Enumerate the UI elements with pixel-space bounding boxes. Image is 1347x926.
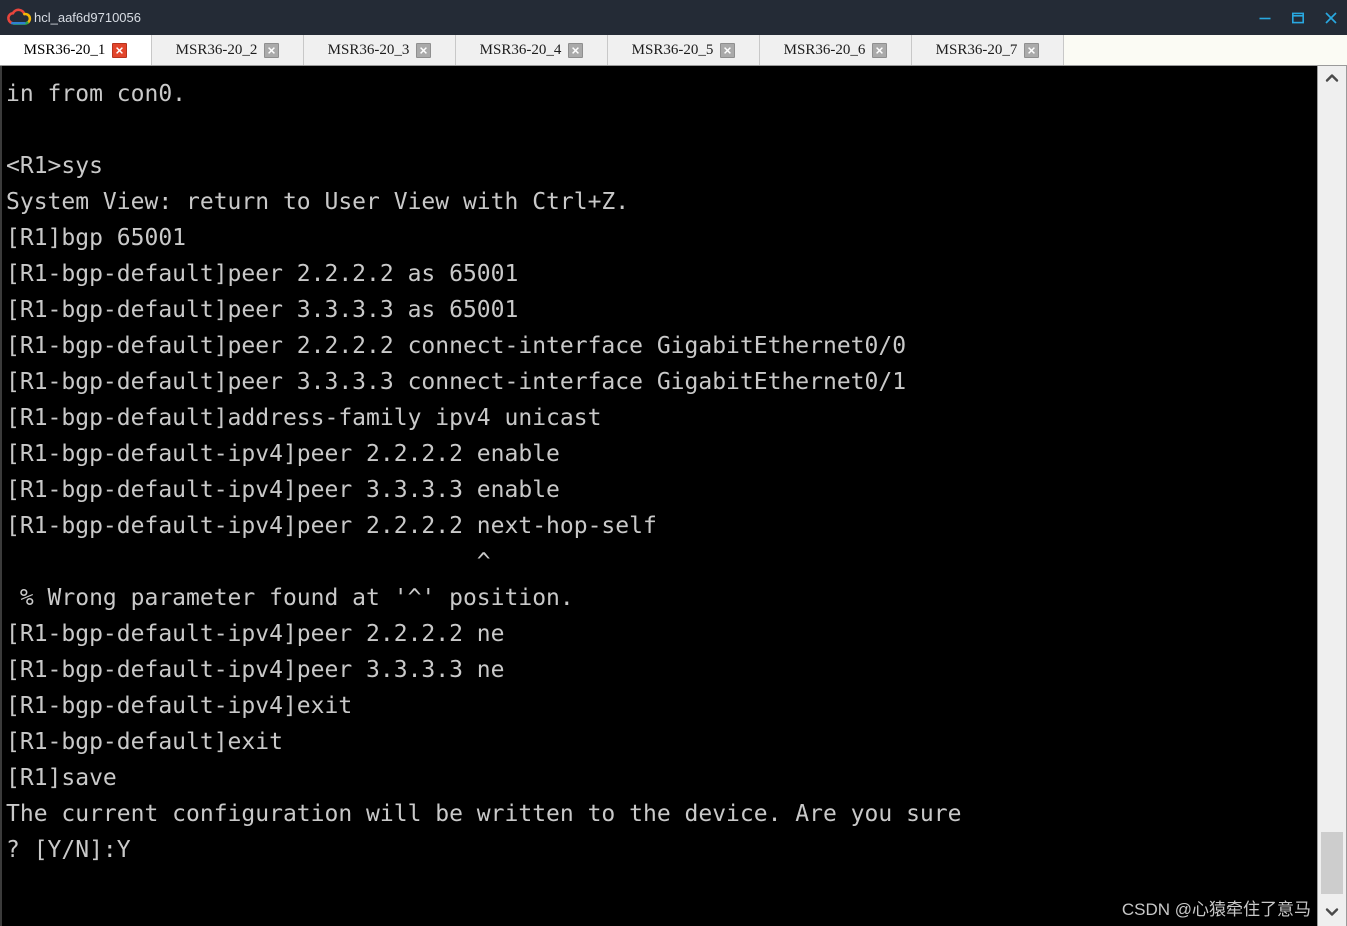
tab-msr36-20_4[interactable]: MSR36-20_4 [456,35,608,65]
tab-label: MSR36-20_7 [935,41,1018,58]
tab-label: MSR36-20_1 [23,41,106,58]
terminal-line: ^ [6,549,491,575]
maximize-icon [1291,11,1305,25]
window-title: hcl_aaf6d9710056 [34,10,141,25]
tab-label: MSR36-20_6 [783,41,866,58]
maximize-button[interactable] [1281,0,1314,35]
close-button[interactable] [1314,0,1347,35]
tab-label: MSR36-20_4 [479,41,562,58]
cloud-icon [6,8,32,28]
scroll-up-button[interactable] [1318,66,1346,92]
tab-msr36-20_3[interactable]: MSR36-20_3 [304,35,456,65]
title-bar-left: hcl_aaf6d9710056 [0,8,1248,28]
tab-close-button[interactable] [112,42,128,58]
tab-close-button[interactable] [720,42,736,58]
tab-label: MSR36-20_3 [327,41,410,58]
terminal-line: [R1-bgp-default-ipv4]peer 3.3.3.3 ne [6,657,505,683]
tab-bar: MSR36-20_1 MSR36-20_2 MSR36-20_3 MSR36-20_4… [0,35,1347,66]
terminal-line: in from con0. [6,81,187,107]
tab-label: MSR36-20_5 [631,41,714,58]
scroll-down-button[interactable] [1318,900,1346,926]
tab-close-button[interactable] [416,42,432,58]
tab-msr36-20_1[interactable]: MSR36-20_1 [0,35,152,65]
window-controls [1248,0,1347,35]
terminal-line: [R1-bgp-default]peer 2.2.2.2 connect-int… [6,333,907,359]
title-bar: hcl_aaf6d9710056 [0,0,1347,35]
tab-msr36-20_6[interactable]: MSR36-20_6 [760,35,912,65]
terminal-line: [R1-bgp-default-ipv4]peer 2.2.2.2 next-h… [6,513,657,539]
terminal-line: [R1-bgp-default]peer 3.3.3.3 as 65001 [6,297,519,323]
terminal-lines: in from con0. <R1>sys System View: return … [6,76,1317,868]
hcl-console-window: hcl_aaf6d9710056 MSR36-20_1 MSR36-20_2 M… [0,0,1347,926]
tab-msr36-20_2[interactable]: MSR36-20_2 [152,35,304,65]
chevron-up-icon [1325,70,1339,88]
terminal-line: [R1]bgp 65001 [6,225,187,251]
terminal-line: [R1-bgp-default-ipv4]peer 2.2.2.2 enable [6,441,560,467]
watermark: CSDN @心猿牵住了意马 [1121,900,1311,919]
minimize-icon [1258,11,1272,25]
terminal-output[interactable]: in from con0. <R1>sys System View: return … [0,66,1317,926]
terminal-line: <R1>sys [6,153,103,179]
terminal-line: ? [Y/N]:Y [6,837,131,863]
terminal-line: System View: return to User View with Ct… [6,189,630,215]
chevron-down-icon [1325,904,1339,922]
terminal-line: % Wrong parameter found at '^' position. [6,585,574,611]
terminal-line: [R1-bgp-default]peer 2.2.2.2 as 65001 [6,261,519,287]
terminal-line: [R1-bgp-default]address-family ipv4 unic… [6,405,602,431]
tab-msr36-20_5[interactable]: MSR36-20_5 [608,35,760,65]
tab-close-button[interactable] [1024,42,1040,58]
tab-close-button[interactable] [264,42,280,58]
terminal-line: [R1-bgp-default-ipv4]peer 3.3.3.3 enable [6,477,560,503]
vertical-scrollbar[interactable] [1317,66,1347,926]
close-icon [1324,11,1338,25]
console-area: in from con0. <R1>sys System View: return … [0,66,1347,926]
terminal-line: [R1-bgp-default-ipv4]peer 2.2.2.2 ne [6,621,505,647]
tab-close-button[interactable] [872,42,888,58]
minimize-button[interactable] [1248,0,1281,35]
terminal-line: [R1]save [6,765,117,791]
tab-close-button[interactable] [568,42,584,58]
terminal-line: [R1-bgp-default-ipv4]exit [6,693,353,719]
terminal-line: The current configuration will be writte… [6,801,962,827]
terminal-line: [R1-bgp-default]exit [6,729,283,755]
terminal-line: [R1-bgp-default]peer 3.3.3.3 connect-int… [6,369,907,395]
tab-msr36-20_7[interactable]: MSR36-20_7 [912,35,1064,65]
scrollbar-thumb[interactable] [1321,832,1343,894]
scrollbar-track[interactable] [1319,92,1345,900]
tab-label: MSR36-20_2 [175,41,258,58]
